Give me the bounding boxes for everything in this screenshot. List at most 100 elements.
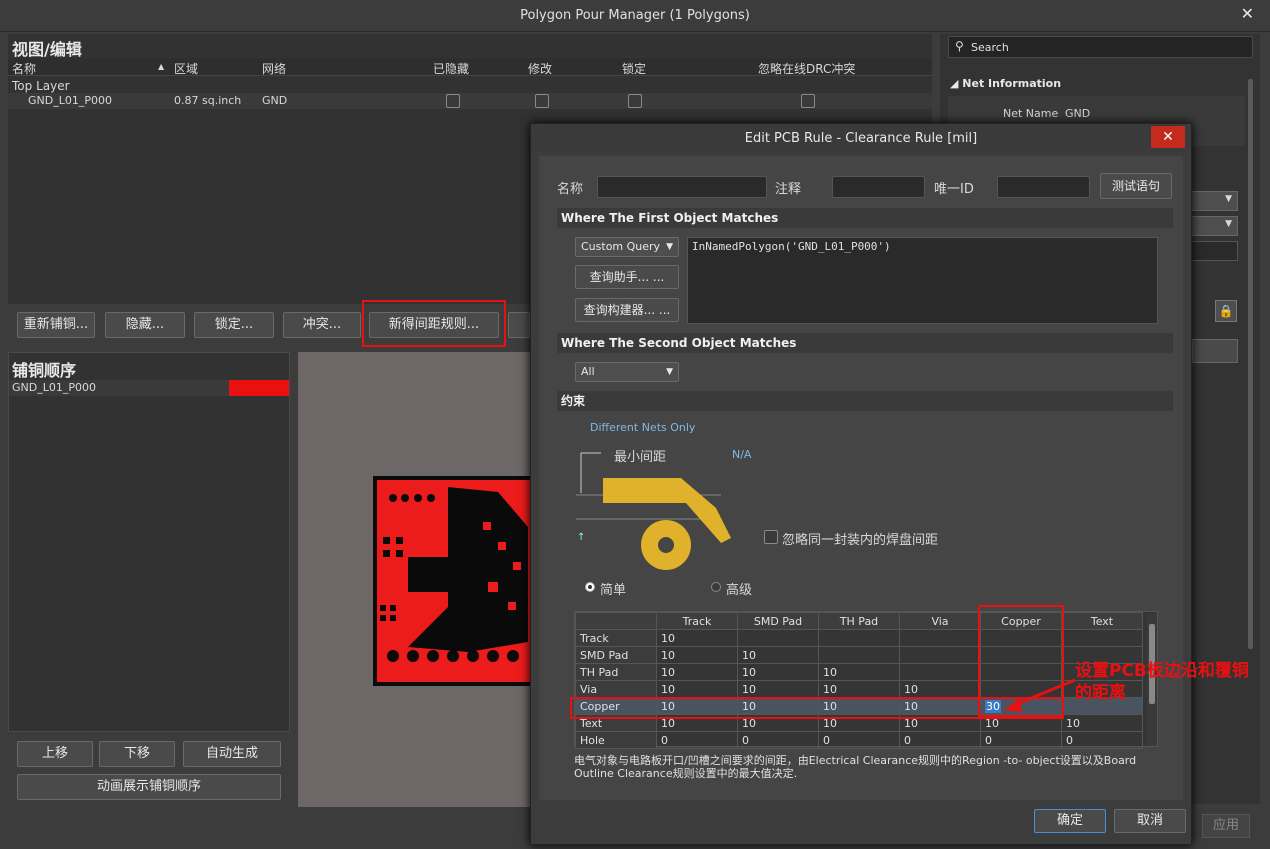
second-match-header: Where The Second Object Matches	[557, 333, 1173, 353]
custom-query-dropdown[interactable]: Custom Query ▼	[575, 237, 679, 257]
modified-checkbox[interactable]	[535, 94, 549, 108]
advanced-label: 高级	[726, 583, 753, 598]
search-input[interactable]: ⚲ Search	[948, 36, 1253, 58]
layer-group-label: Top Layer	[12, 79, 70, 93]
col-hidden[interactable]: 已隐藏	[433, 60, 469, 77]
matrix-cell[interactable]: 0	[1061, 731, 1143, 749]
ignore-drc-checkbox[interactable]	[801, 94, 815, 108]
chevron-down-icon: ▼	[1225, 194, 1232, 204]
matrix-cell	[899, 663, 981, 681]
test-query-button[interactable]: 测试语句	[1100, 173, 1172, 199]
repour-button[interactable]: 重新铺铜...	[17, 312, 95, 338]
query-helper-button[interactable]: 查询助手... ...	[575, 265, 679, 289]
edit-pcb-rule-dialog: Edit PCB Rule - Clearance Rule [mil] ✕ 名…	[530, 123, 1192, 845]
comment-label: 注释	[775, 182, 802, 197]
different-nets-label: Different Nets Only	[590, 421, 696, 434]
name-label: 名称	[557, 182, 584, 197]
pour-order-panel: 铺铜顺序 GND_L01_P000	[8, 352, 290, 732]
title-bar: Polygon Pour Manager (1 Polygons) ✕	[0, 0, 1270, 32]
cancel-button[interactable]: 取消	[1114, 809, 1186, 833]
animate-pour-order-button[interactable]: 动画展示铺铜顺序	[17, 774, 281, 800]
matrix-cell[interactable]: 10	[737, 646, 819, 664]
more-button[interactable]	[508, 312, 530, 338]
row-net: GND	[262, 94, 288, 107]
lock-icon[interactable]: 🔒	[1215, 300, 1237, 322]
col-via: Via	[899, 612, 981, 630]
move-up-button[interactable]: 上移	[17, 741, 93, 767]
matrix-cell[interactable]: 10	[818, 663, 900, 681]
table-row[interactable]: GND_L01_P000 0.87 sq.inch GND	[8, 93, 932, 109]
svg-text:↑: ↑	[577, 532, 585, 543]
uid-label: 唯一ID	[934, 182, 974, 197]
clearance-diagram: ↑	[576, 452, 731, 570]
matrix-cell[interactable]: 0	[899, 731, 981, 749]
locked-checkbox[interactable]	[628, 94, 642, 108]
rule-name-input[interactable]	[597, 176, 767, 198]
row-area: 0.87 sq.inch	[174, 94, 242, 107]
ok-button[interactable]: 确定	[1034, 809, 1106, 833]
col-text: Text	[1061, 612, 1143, 630]
apply-button[interactable]: 应用	[1202, 814, 1250, 838]
row-name: GND_L01_P000	[28, 94, 112, 107]
matrix-cell[interactable]: 0	[737, 731, 819, 749]
list-item[interactable]: GND_L01_P000	[9, 380, 289, 396]
view-edit-title: 视图/编辑	[12, 40, 82, 59]
highlight-box-new-rule	[362, 300, 506, 347]
dropdown-2[interactable]: ▼	[1190, 216, 1238, 236]
matrix-cell[interactable]: 10	[656, 629, 738, 647]
matrix-cell[interactable]: 10	[818, 680, 900, 698]
query-builder-button[interactable]: 查询构建器... ...	[575, 298, 679, 322]
pour-order-title: 铺铜顺序	[12, 361, 77, 380]
pcb-preview-image	[373, 476, 538, 686]
ignore-pads-checkbox[interactable]	[764, 530, 778, 544]
button-partial[interactable]	[1192, 339, 1238, 363]
hide-button[interactable]: 隐藏...	[105, 312, 185, 338]
matrix-cell[interactable]: 0	[980, 731, 1062, 749]
all-dropdown[interactable]: All ▼	[575, 362, 679, 382]
move-down-button[interactable]: 下移	[99, 741, 175, 767]
col-name[interactable]: 名称	[12, 60, 36, 77]
uid-input[interactable]	[997, 176, 1090, 198]
matrix-cell	[899, 646, 981, 664]
simple-radio[interactable]	[585, 582, 595, 592]
matrix-cell[interactable]: 10	[737, 680, 819, 698]
close-icon[interactable]: ✕	[1241, 4, 1254, 23]
comment-input[interactable]	[832, 176, 925, 198]
search-placeholder: Search	[971, 41, 1009, 54]
query-editor[interactable]: InNamedPolygon('GND_L01_P000')	[687, 237, 1158, 324]
matrix-cell[interactable]: 0	[818, 731, 900, 749]
col-track: Track	[656, 612, 738, 630]
col-net[interactable]: 网络	[262, 60, 286, 77]
sort-asc-icon[interactable]: ▲	[158, 62, 164, 71]
col-area[interactable]: 区域	[174, 60, 198, 77]
col-ignore-drc[interactable]: 忽略在线DRC冲突	[758, 60, 855, 77]
lock-button[interactable]: 锁定...	[194, 312, 274, 338]
advanced-radio[interactable]	[711, 582, 721, 592]
dropdown-1[interactable]: ▼	[1190, 191, 1238, 211]
col-modified[interactable]: 修改	[528, 60, 552, 77]
matrix-cell[interactable]: 0	[656, 731, 738, 749]
matrix-cell[interactable]: 10	[737, 663, 819, 681]
dialog-close-icon[interactable]: ✕	[1151, 126, 1185, 148]
col-locked[interactable]: 锁定	[622, 60, 646, 77]
dialog-title-bar: Edit PCB Rule - Clearance Rule [mil] ✕	[531, 124, 1191, 152]
net-name-value: GND	[1065, 107, 1091, 120]
net-name-label: Net Name	[1003, 107, 1059, 120]
conflict-button[interactable]: 冲突...	[283, 312, 361, 338]
auto-generate-button[interactable]: 自动生成	[183, 741, 281, 767]
scrollbar[interactable]	[1248, 79, 1253, 649]
matrix-cell[interactable]: 10	[656, 680, 738, 698]
matrix-cell[interactable]: 10	[656, 646, 738, 664]
hidden-checkbox[interactable]	[446, 94, 460, 108]
ignore-pads-label: 忽略同一封装内的焊盘间距	[782, 533, 939, 548]
board-preview	[298, 352, 538, 807]
row-label: Hole	[575, 731, 657, 749]
chevron-down-icon: ▼	[1225, 219, 1232, 229]
field-3[interactable]	[1190, 241, 1238, 261]
window-title: Polygon Pour Manager (1 Polygons)	[520, 8, 750, 23]
net-information-label: Net Information	[962, 77, 1062, 90]
matrix-cell	[899, 629, 981, 647]
net-information-header[interactable]: ◢ Net Information	[950, 77, 1061, 90]
matrix-cell[interactable]: 10	[899, 680, 981, 698]
matrix-cell[interactable]: 10	[656, 663, 738, 681]
